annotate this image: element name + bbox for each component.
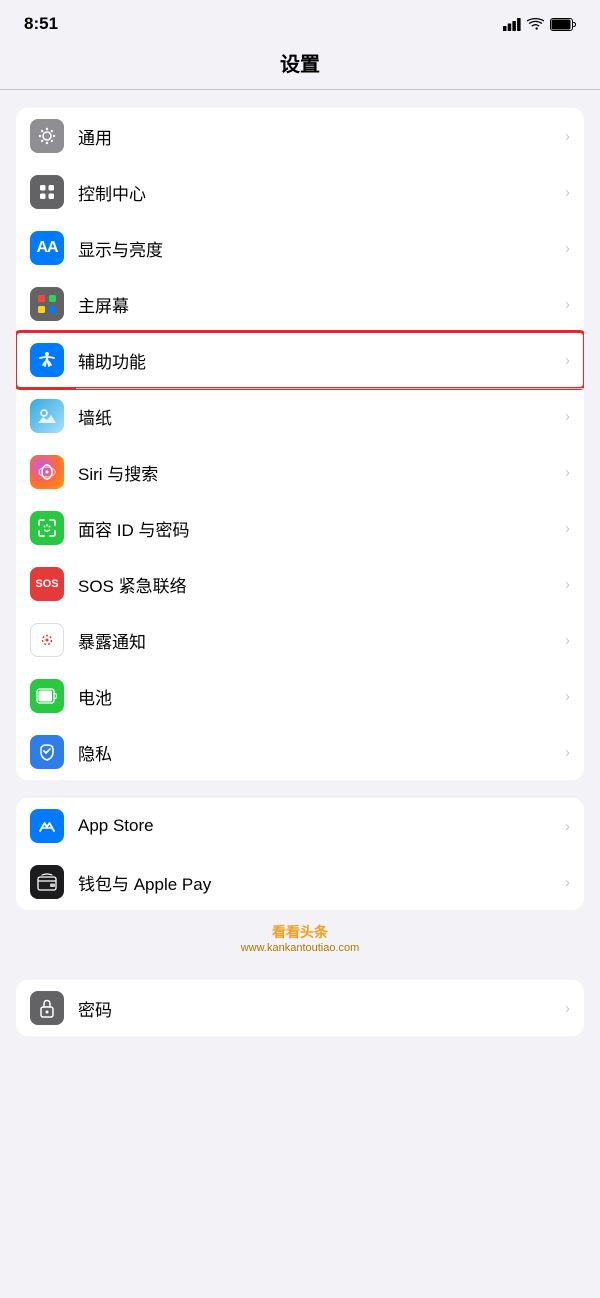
homescreen-label: 主屏幕: [78, 292, 561, 317]
settings-item-privacy[interactable]: 隐私 ›: [16, 724, 584, 780]
wallet-chevron: ›: [565, 874, 570, 891]
title-divider: [0, 89, 600, 90]
wifi-icon: [527, 18, 544, 31]
watermark-line2: www.kankantoutiao.com: [0, 942, 600, 954]
watermark-line1: 看看头条: [0, 922, 600, 942]
homescreen-icon: [30, 287, 64, 321]
settings-item-sos[interactable]: SOS SOS 紧急联络 ›: [16, 556, 584, 612]
settings-item-homescreen[interactable]: 主屏幕 ›: [16, 276, 584, 332]
appstore-label: App Store: [78, 816, 561, 836]
sos-label: SOS 紧急联络: [78, 572, 561, 597]
settings-item-battery[interactable]: 电池 ›: [16, 668, 584, 724]
privacy-icon: [30, 735, 64, 769]
wallpaper-label: 墙纸: [78, 404, 561, 429]
wallpaper-icon: [30, 399, 64, 433]
faceid-label: 面容 ID 与密码: [78, 516, 561, 541]
control-center-label: 控制中心: [78, 180, 561, 205]
siri-label: Siri 与搜索: [78, 460, 561, 485]
faceid-chevron: ›: [565, 520, 570, 537]
appstore-chevron: ›: [565, 818, 570, 835]
display-icon: AA: [30, 231, 64, 265]
wallpaper-chevron: ›: [565, 408, 570, 425]
settings-item-wallpaper[interactable]: 墙纸 ›: [16, 388, 584, 444]
settings-item-general[interactable]: 通用 ›: [16, 108, 584, 164]
appstore-icon: [30, 809, 64, 843]
settings-item-exposure[interactable]: 暴露通知 ›: [16, 612, 584, 668]
settings-item-wallet[interactable]: 钱包与 Apple Pay ›: [16, 854, 584, 910]
control-center-chevron: ›: [565, 184, 570, 201]
siri-chevron: ›: [565, 464, 570, 481]
accessibility-icon: [30, 343, 64, 377]
settings-item-control-center[interactable]: 控制中心 ›: [16, 164, 584, 220]
wallet-label: 钱包与 Apple Pay: [78, 870, 561, 895]
password-chevron: ›: [565, 1000, 570, 1017]
display-chevron: ›: [565, 240, 570, 257]
settings-item-accessibility[interactable]: 辅助功能 ›: [16, 332, 584, 388]
watermark: 看看头条 www.kankantoutiao.com: [0, 910, 600, 962]
sos-chevron: ›: [565, 576, 570, 593]
settings-group-password: 密码 ›: [16, 980, 584, 1036]
status-bar: 8:51: [0, 0, 600, 40]
settings-group-stores: App Store › 钱包与 Apple Pay ›: [16, 798, 584, 910]
privacy-chevron: ›: [565, 744, 570, 761]
siri-icon: [30, 455, 64, 489]
general-chevron: ›: [565, 128, 570, 145]
accessibility-label: 辅助功能: [78, 348, 561, 373]
display-label: 显示与亮度: [78, 236, 561, 261]
homescreen-chevron: ›: [565, 296, 570, 313]
settings-item-appstore[interactable]: App Store ›: [16, 798, 584, 854]
settings-item-siri[interactable]: Siri 与搜索 ›: [16, 444, 584, 500]
control-center-icon: [30, 175, 64, 209]
settings-item-password[interactable]: 密码 ›: [16, 980, 584, 1036]
status-icons: [503, 18, 576, 31]
battery-label: 电池: [78, 684, 561, 709]
privacy-label: 隐私: [78, 740, 561, 765]
password-icon: [30, 991, 64, 1025]
exposure-label: 暴露通知: [78, 628, 561, 653]
settings-item-display[interactable]: AA 显示与亮度 ›: [16, 220, 584, 276]
faceid-icon: [30, 511, 64, 545]
exposure-icon: [30, 623, 64, 657]
general-icon: [30, 119, 64, 153]
settings-item-faceid[interactable]: 面容 ID 与密码 ›: [16, 500, 584, 556]
exposure-chevron: ›: [565, 632, 570, 649]
settings-group-main: 通用 › 控制中心 › AA 显示与亮度 ›: [16, 108, 584, 780]
password-label: 密码: [78, 996, 561, 1021]
wallet-icon: [30, 865, 64, 899]
battery-icon: [550, 18, 576, 31]
battery-icon-item: [30, 679, 64, 713]
signal-icon: [503, 18, 521, 31]
general-label: 通用: [78, 124, 561, 149]
accessibility-chevron: ›: [565, 352, 570, 369]
page-title-bar: 设置: [0, 40, 600, 89]
status-time: 8:51: [24, 14, 58, 34]
battery-chevron: ›: [565, 688, 570, 705]
sos-icon: SOS: [30, 567, 64, 601]
page-title: 设置: [280, 54, 320, 76]
